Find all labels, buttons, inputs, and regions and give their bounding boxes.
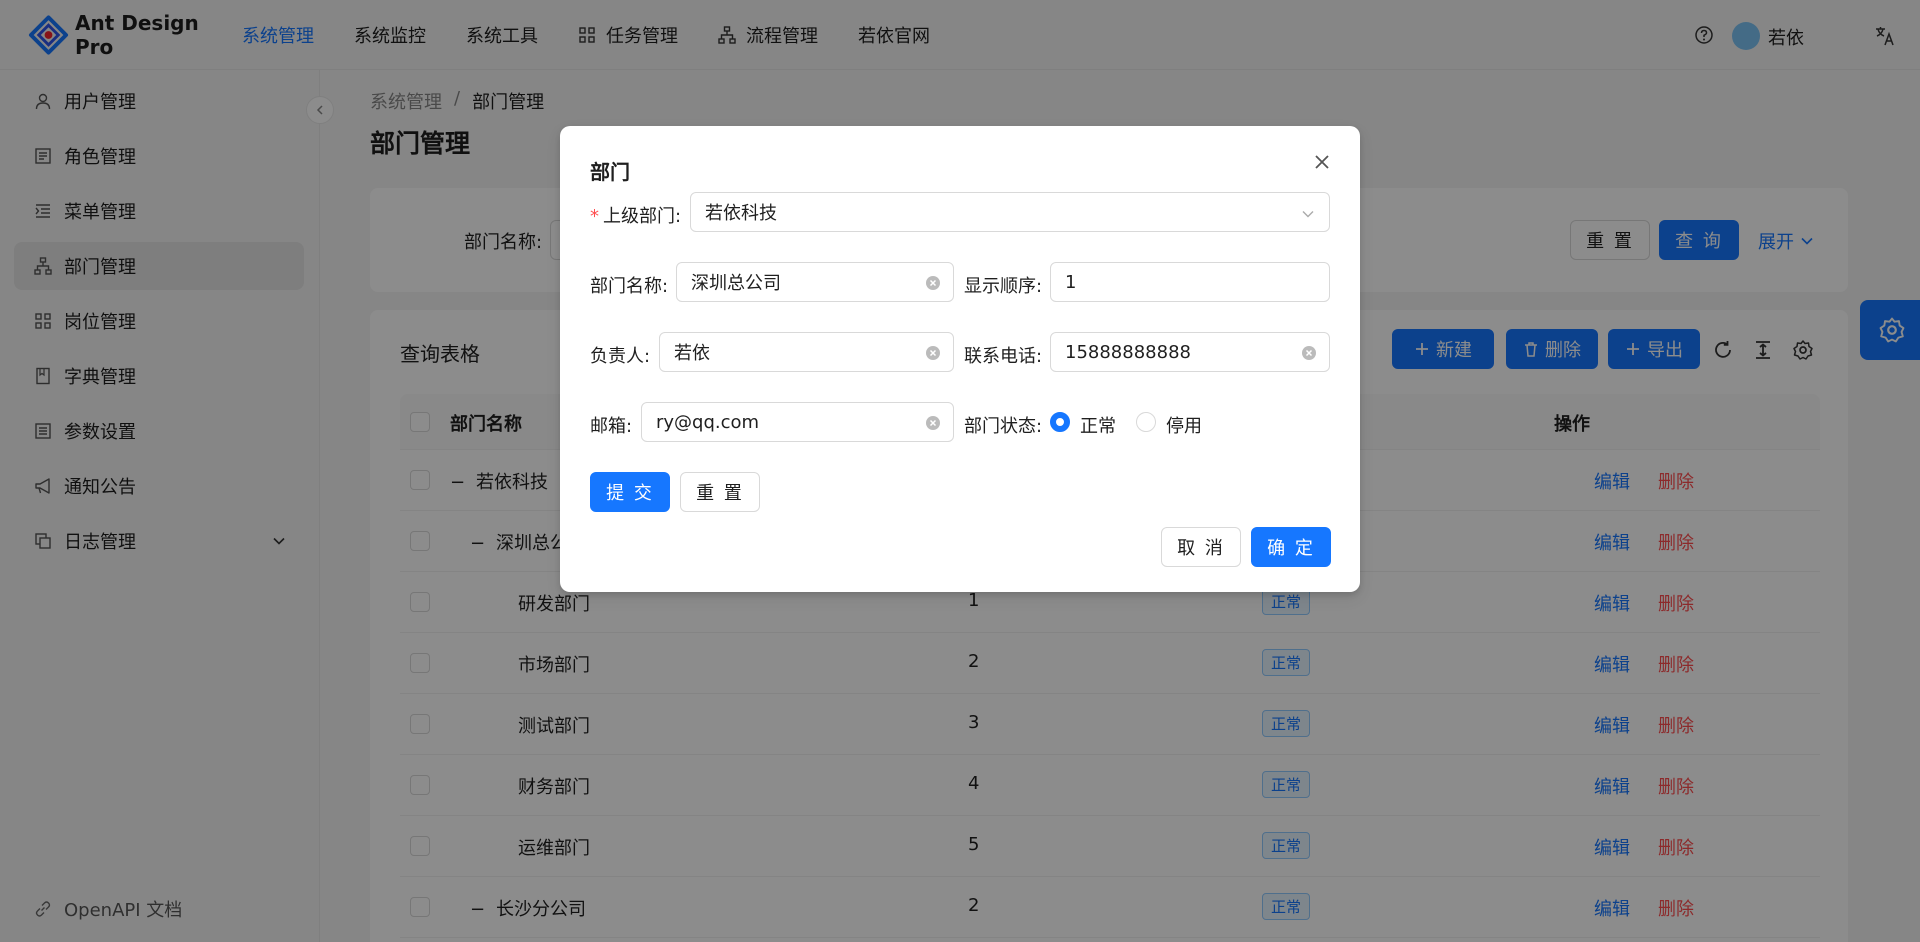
- status-label: 部门状态:: [964, 416, 1043, 437]
- clear-icon[interactable]: [925, 275, 941, 291]
- form-reset-button[interactable]: 重 置: [680, 472, 760, 512]
- status-option-normal[interactable]: 正常: [1080, 412, 1116, 438]
- dept-modal: 部门 * 上级部门: 若依科技 部门名称: 深圳总公司 显示顺序: 1 负责人: …: [560, 126, 1360, 592]
- email-value: ry@qq.com: [656, 411, 760, 433]
- clear-icon[interactable]: [925, 415, 941, 431]
- required-mark: *: [590, 206, 599, 227]
- parent-dept-label-text: 上级部门:: [603, 206, 682, 227]
- status-radio-normal[interactable]: [1050, 412, 1070, 432]
- leader-input[interactable]: 若依: [659, 332, 954, 372]
- order-input[interactable]: 1: [1050, 262, 1330, 302]
- parent-dept-select[interactable]: 若依科技: [690, 192, 1330, 232]
- close-icon[interactable]: [1310, 150, 1334, 174]
- status-option-disabled[interactable]: 停用: [1166, 412, 1202, 438]
- clear-icon[interactable]: [1301, 345, 1317, 361]
- email-input[interactable]: ry@qq.com: [641, 402, 954, 442]
- order-value: 1: [1065, 271, 1077, 293]
- leader-value: 若依: [674, 343, 710, 364]
- modal-title: 部门: [590, 160, 630, 184]
- parent-dept-value: 若依科技: [705, 203, 777, 224]
- chevron-down-icon: [1302, 211, 1314, 218]
- status-radio-disabled[interactable]: [1136, 412, 1156, 432]
- phone-label: 联系电话:: [964, 346, 1043, 367]
- dept-name-input[interactable]: 深圳总公司: [676, 262, 954, 302]
- submit-button[interactable]: 提 交: [590, 472, 670, 512]
- parent-dept-label: * 上级部门:: [590, 202, 681, 228]
- cancel-button[interactable]: 取 消: [1161, 527, 1241, 567]
- phone-input[interactable]: 15888888888: [1050, 332, 1330, 372]
- ok-button[interactable]: 确 定: [1251, 527, 1331, 567]
- dept-name-label: 部门名称:: [590, 276, 669, 297]
- clear-icon[interactable]: [925, 345, 941, 361]
- order-label: 显示顺序:: [964, 276, 1043, 297]
- phone-value: 15888888888: [1065, 341, 1191, 363]
- email-label: 邮箱:: [590, 416, 633, 437]
- dept-name-value: 深圳总公司: [691, 273, 781, 294]
- leader-label: 负责人:: [590, 346, 651, 367]
